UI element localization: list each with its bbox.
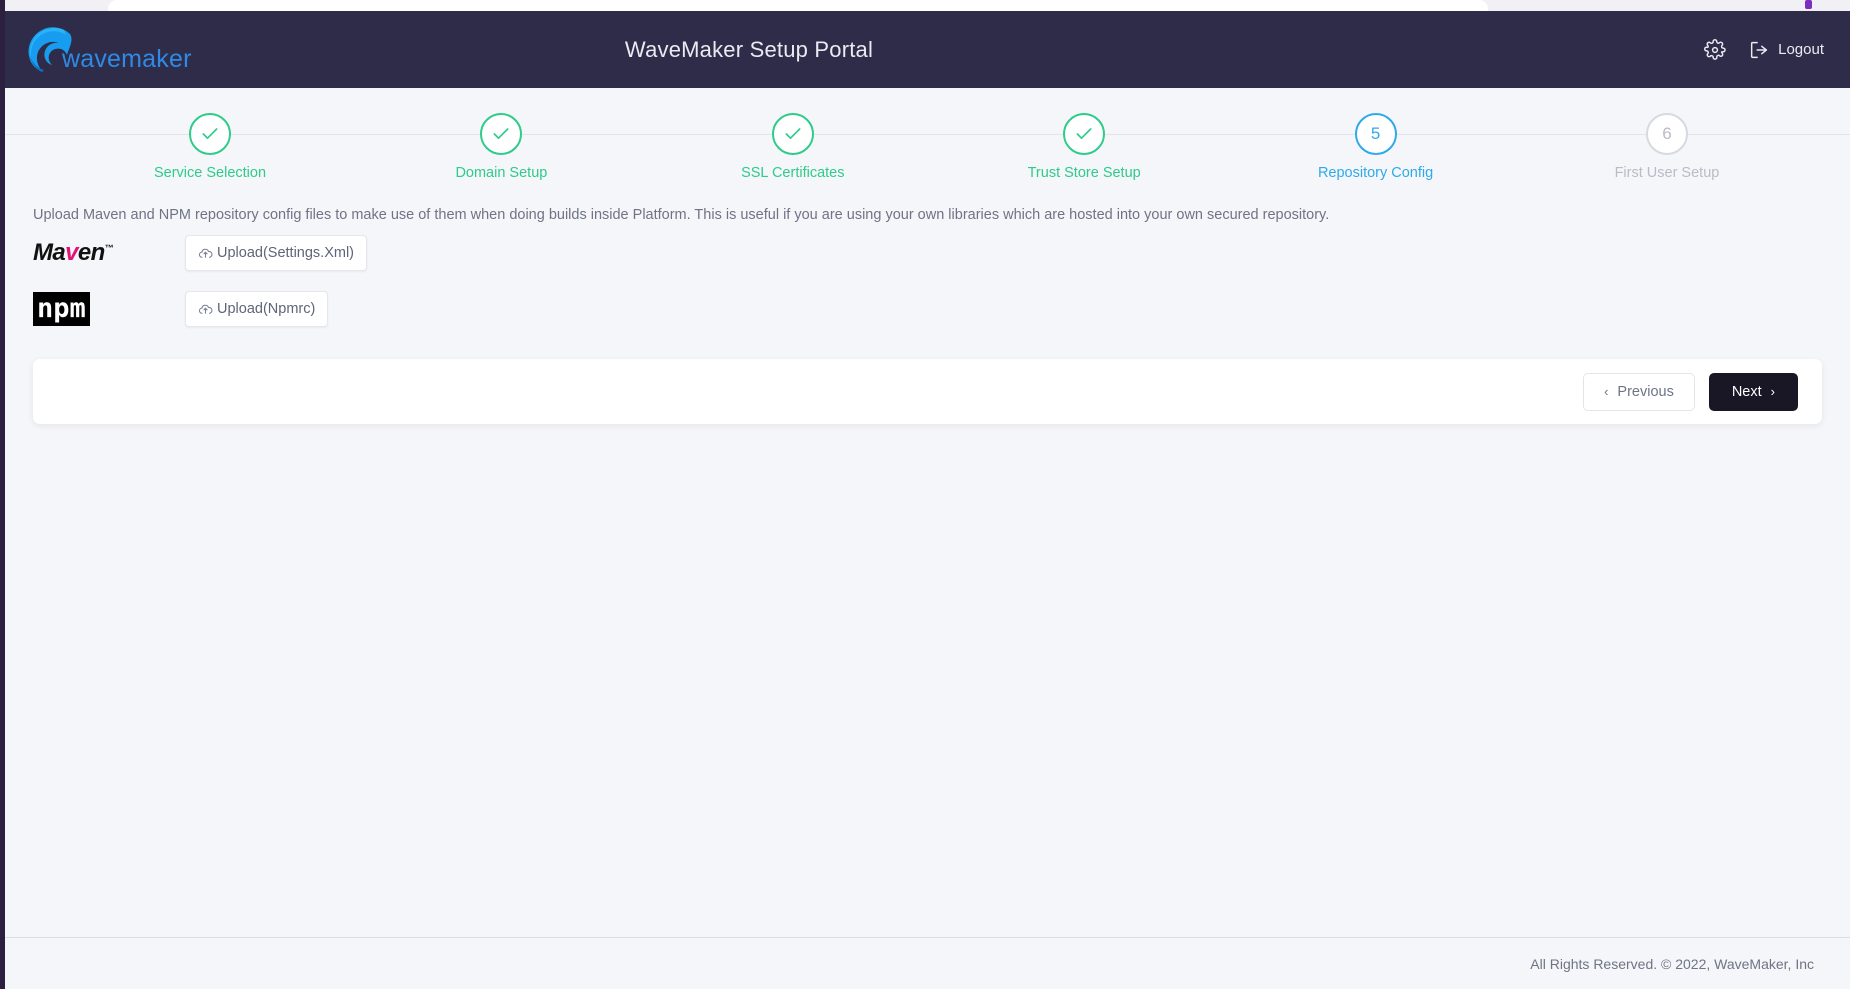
cloud-upload-icon (198, 302, 213, 317)
step-circle-3 (772, 113, 814, 155)
section-description: Upload Maven and NPM repository config f… (33, 205, 1850, 225)
maven-upload-row: Maven™ Upload(Settings.Xml) (33, 225, 1850, 281)
previous-label: Previous (1617, 384, 1673, 400)
step-label-4: Trust Store Setup (1028, 165, 1141, 181)
chevron-right-icon: › (1771, 385, 1775, 398)
step-circle-4 (1063, 113, 1105, 155)
logout-label: Logout (1778, 41, 1824, 58)
step-label-6: First User Setup (1615, 165, 1720, 181)
npm-upload-row: npm Upload(Npmrc) (33, 281, 1850, 337)
check-icon (491, 124, 511, 144)
copyright-text: All Rights Reserved. © 2022, WaveMaker, … (1530, 956, 1814, 972)
upload-maven-label: Upload(Settings.Xml) (217, 245, 354, 261)
step-circle-6: 6 (1646, 113, 1688, 155)
window-left-edge (0, 0, 5, 989)
step-first-user-setup[interactable]: 6 First User Setup (1582, 113, 1752, 205)
step-trust-store-setup[interactable]: Trust Store Setup (999, 113, 1169, 205)
wizard-navigation-card: ‹ Previous Next › (33, 359, 1822, 424)
step-circle-1 (189, 113, 231, 155)
settings-button[interactable] (1704, 39, 1726, 61)
page-body: Service Selection Domain Setup SSL Certi… (5, 88, 1850, 937)
upload-npmrc-label: Upload(Npmrc) (217, 301, 315, 317)
header-actions: Logout (1704, 39, 1824, 61)
gear-icon (1704, 39, 1726, 61)
step-circle-5: 5 (1355, 113, 1397, 155)
page-title: WaveMaker Setup Portal (0, 37, 1498, 63)
check-icon (200, 124, 220, 144)
app-header: wavemaker WaveMaker Setup Portal Logout (0, 11, 1850, 88)
chevron-left-icon: ‹ (1604, 385, 1608, 398)
cloud-upload-icon (198, 246, 213, 261)
step-label-2: Domain Setup (455, 165, 547, 181)
next-label: Next (1732, 384, 1762, 400)
step-domain-setup[interactable]: Domain Setup (416, 113, 586, 205)
browser-extension-icon[interactable] (1805, 0, 1812, 9)
step-label-1: Service Selection (154, 165, 266, 181)
upload-npmrc-button[interactable]: Upload(Npmrc) (185, 291, 328, 327)
maven-logo: Maven™ (33, 241, 114, 265)
step-repository-config[interactable]: 5 Repository Config (1291, 113, 1461, 205)
npm-logo: npm (33, 292, 90, 326)
step-service-selection[interactable]: Service Selection (125, 113, 295, 205)
step-circle-2 (480, 113, 522, 155)
logout-button[interactable]: Logout (1748, 39, 1824, 61)
npm-brand-cell: npm (33, 281, 185, 337)
browser-tab-strip (0, 0, 1850, 11)
browser-active-tab[interactable] (108, 0, 1488, 11)
step-ssl-certificates[interactable]: SSL Certificates (708, 113, 878, 205)
check-icon (783, 124, 803, 144)
maven-brand-cell: Maven™ (33, 225, 185, 281)
previous-button[interactable]: ‹ Previous (1583, 373, 1695, 411)
app-footer: All Rights Reserved. © 2022, WaveMaker, … (5, 937, 1850, 989)
check-icon (1074, 124, 1094, 144)
logout-icon (1748, 39, 1770, 61)
step-label-3: SSL Certificates (741, 165, 844, 181)
upload-maven-settings-button[interactable]: Upload(Settings.Xml) (185, 235, 367, 271)
setup-stepper: Service Selection Domain Setup SSL Certi… (5, 113, 1850, 205)
next-button[interactable]: Next › (1709, 373, 1798, 411)
step-label-5: Repository Config (1318, 165, 1433, 181)
